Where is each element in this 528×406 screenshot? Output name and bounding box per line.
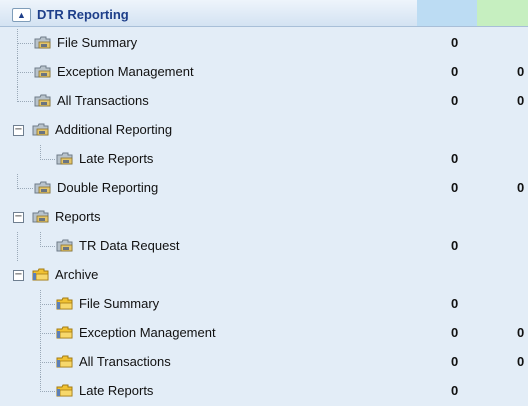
count-column-1: 0 [451, 296, 459, 311]
report-folder-icon [34, 181, 51, 194]
tree-elbow-line [40, 304, 55, 306]
tree-guide-line [17, 87, 19, 102]
tree-item-label[interactable]: TR Data Request [79, 238, 179, 253]
tree-item-label[interactable]: Late Reports [79, 151, 153, 166]
tree-guide-line [17, 232, 19, 261]
collapse-panel-icon[interactable]: ▲ [12, 8, 31, 22]
tree-guide-line [17, 174, 19, 189]
collapse-toggle-icon[interactable]: − [13, 270, 24, 281]
count-column-1: 0 [451, 151, 459, 166]
tree-elbow-line [17, 101, 33, 103]
tree-elbow-line [40, 362, 55, 364]
archive-folder-icon [56, 384, 73, 397]
count-column-1: 0 [451, 354, 459, 369]
tree-guide-line [40, 232, 42, 247]
count-column-2: 0 [517, 180, 525, 195]
header-column-1 [417, 0, 477, 27]
tree-row-reports[interactable]: − Reports [0, 203, 528, 232]
report-folder-icon [32, 210, 49, 223]
tree-elbow-line [40, 333, 55, 335]
tree-elbow-line [17, 188, 33, 190]
tree-item-label[interactable]: Exception Management [57, 64, 194, 79]
tree-item-label[interactable]: All Transactions [57, 93, 149, 108]
tree-item-label[interactable]: File Summary [57, 35, 137, 50]
count-column-1: 0 [451, 64, 459, 79]
tree-elbow-line [17, 43, 33, 45]
header-column-2 [477, 0, 528, 27]
archive-folder-icon [56, 326, 73, 339]
report-folder-icon [34, 36, 51, 49]
tree-row-all-transactions[interactable]: All Transactions 0 0 [0, 87, 528, 116]
tree-row-additional-reporting[interactable]: − Additional Reporting [0, 116, 528, 145]
report-folder-icon [56, 152, 73, 165]
tree-row-archive-all-transactions[interactable]: All Transactions 0 0 [0, 348, 528, 377]
collapse-toggle-icon[interactable]: − [13, 125, 24, 136]
archive-folder-icon [56, 355, 73, 368]
count-column-1: 0 [451, 180, 459, 195]
count-column-1: 0 [451, 93, 459, 108]
count-column-1: 0 [451, 383, 459, 398]
tree-item-label[interactable]: Reports [55, 209, 101, 224]
report-folder-icon [34, 94, 51, 107]
count-column-2: 0 [517, 64, 525, 79]
tree-row-archive-late-reports[interactable]: Late Reports 0 [0, 377, 528, 406]
archive-folder-icon [56, 297, 73, 310]
tree-item-label[interactable]: File Summary [79, 296, 159, 311]
panel-title: DTR Reporting [37, 7, 129, 22]
tree-elbow-line [40, 159, 55, 161]
tree-item-label[interactable]: Additional Reporting [55, 122, 172, 137]
collapse-toggle-icon[interactable]: − [13, 212, 24, 223]
header-divider [0, 26, 528, 27]
tree-row-file-summary[interactable]: File Summary 0 [0, 29, 528, 58]
count-column-1: 0 [451, 325, 459, 340]
tree-guide-line [40, 145, 42, 160]
count-column-1: 0 [451, 238, 459, 253]
tree-elbow-line [40, 246, 55, 248]
tree-row-archive-file-summary[interactable]: File Summary 0 [0, 290, 528, 319]
count-column-2: 0 [517, 354, 525, 369]
report-folder-icon [34, 65, 51, 78]
tree-guide-line [40, 377, 42, 392]
tree-row-double-reporting[interactable]: Double Reporting 0 0 [0, 174, 528, 203]
dtr-reporting-panel: ▲ DTR Reporting File Summary 0 Exception… [0, 0, 528, 406]
tree-item-label[interactable]: Late Reports [79, 383, 153, 398]
tree-row-archive[interactable]: − Archive [0, 261, 528, 290]
report-folder-icon [32, 123, 49, 136]
count-column-1: 0 [451, 35, 459, 50]
count-column-2: 0 [517, 325, 525, 340]
count-column-2: 0 [517, 93, 525, 108]
tree-elbow-line [17, 72, 33, 74]
tree-row-exception-management[interactable]: Exception Management 0 0 [0, 58, 528, 87]
panel-header[interactable]: ▲ DTR Reporting [0, 0, 528, 27]
tree-item-label[interactable]: Exception Management [79, 325, 216, 340]
tree-item-label[interactable]: Double Reporting [57, 180, 158, 195]
tree-item-label[interactable]: Archive [55, 267, 98, 282]
tree-row-tr-data-request[interactable]: TR Data Request 0 [0, 232, 528, 261]
tree-elbow-line [40, 391, 55, 393]
archive-folder-icon [32, 268, 49, 281]
report-folder-icon [56, 239, 73, 252]
tree-row-late-reports[interactable]: Late Reports 0 [0, 145, 528, 174]
tree-item-label[interactable]: All Transactions [79, 354, 171, 369]
tree-row-archive-exception-management[interactable]: Exception Management 0 0 [0, 319, 528, 348]
